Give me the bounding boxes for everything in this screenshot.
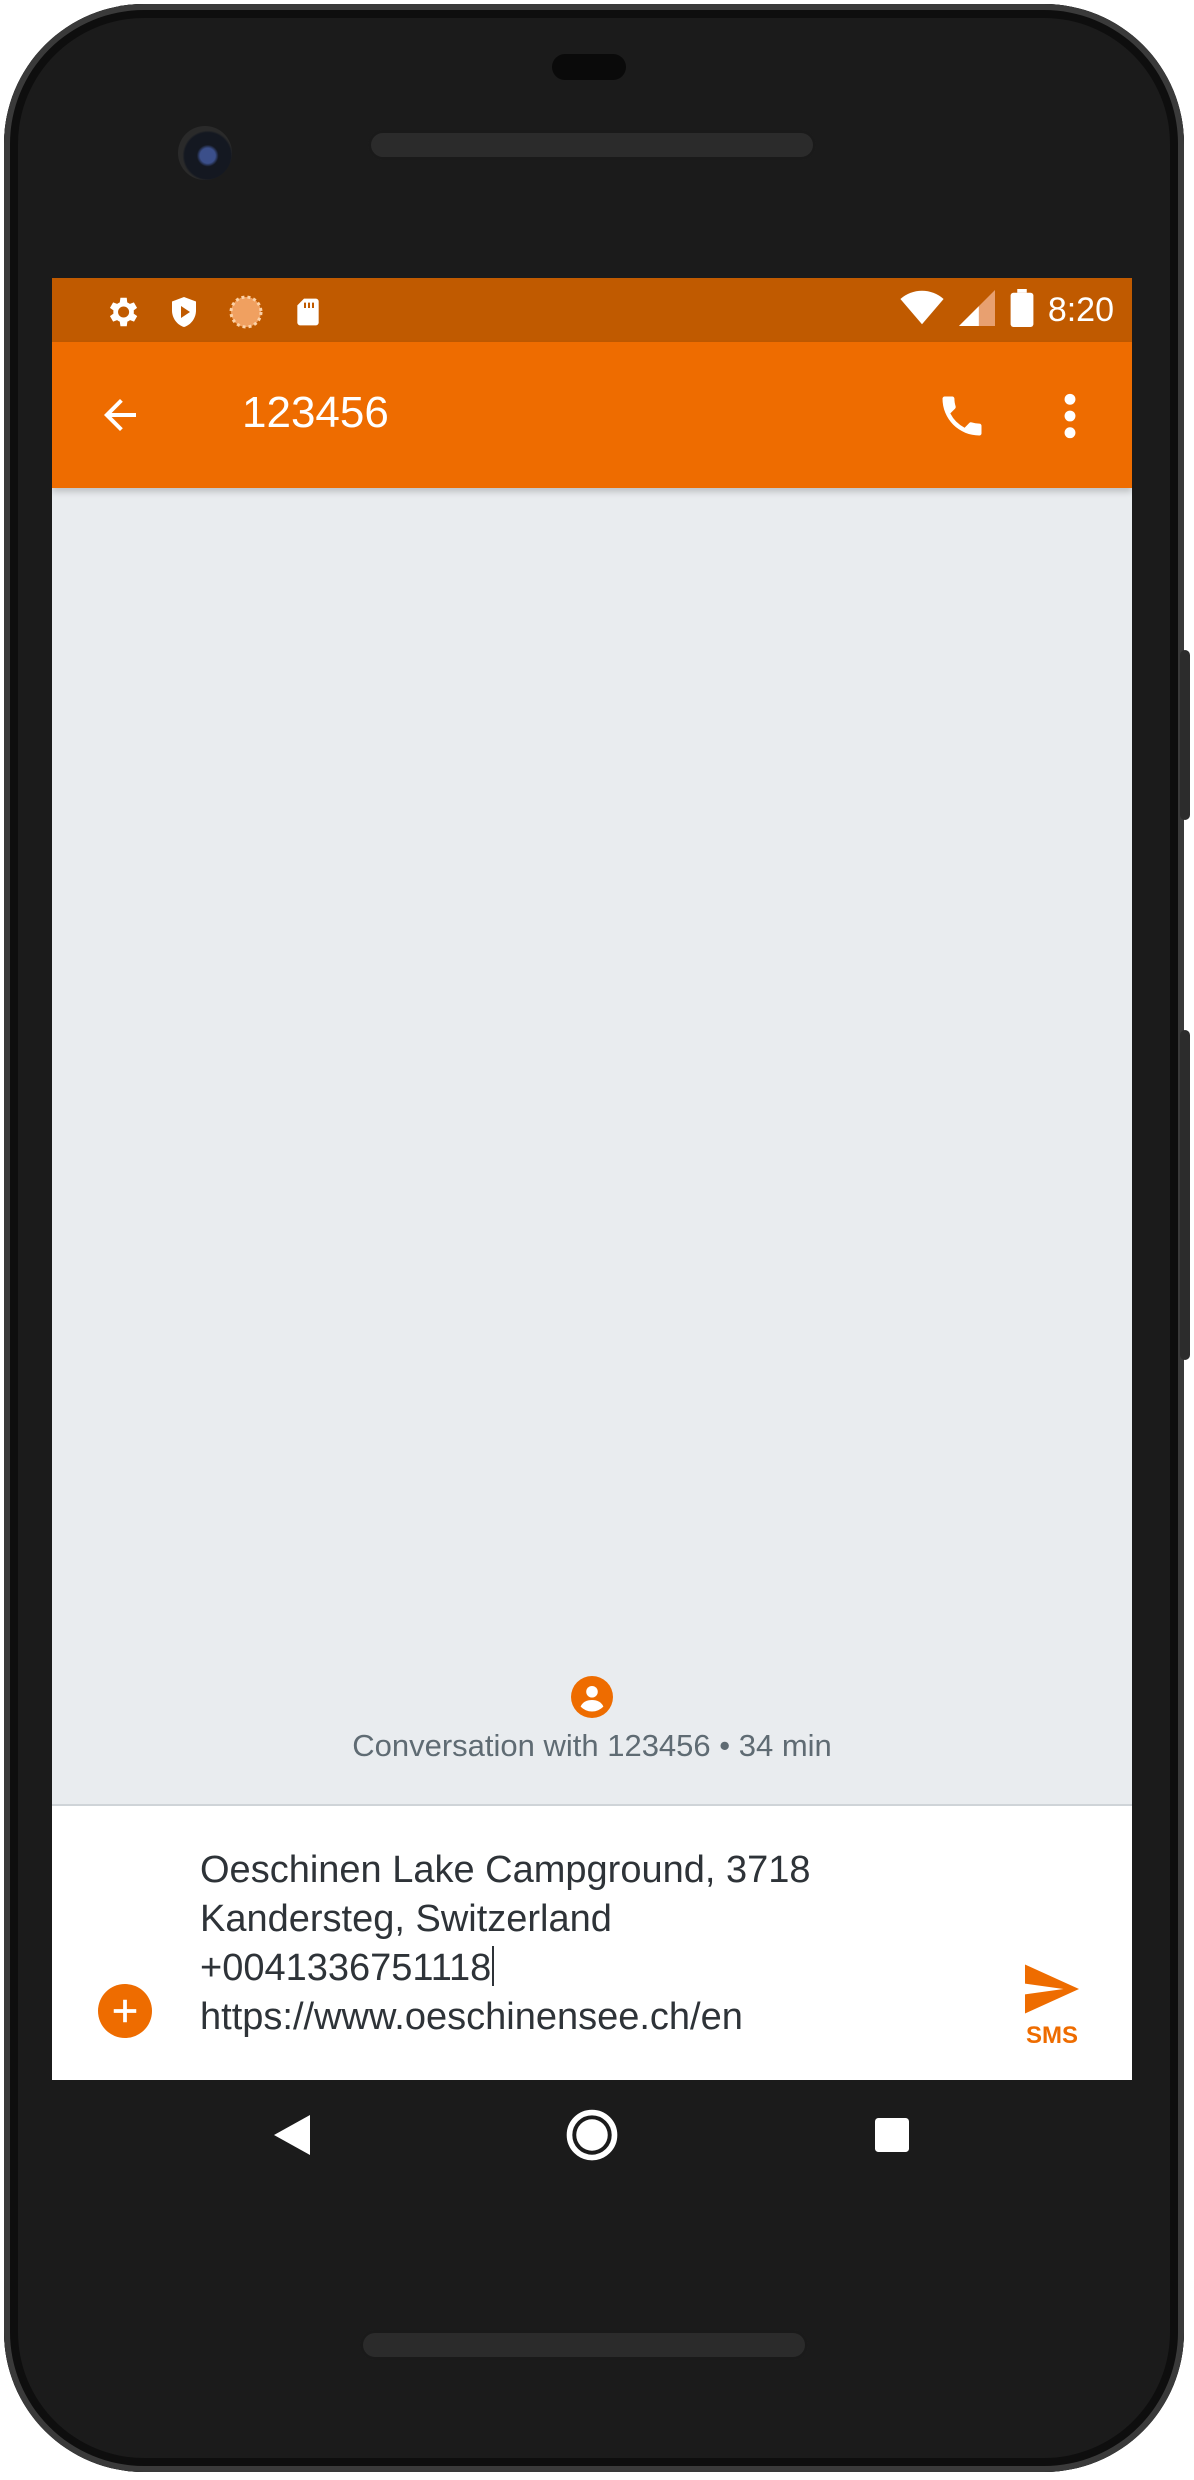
phone-icon: [942, 396, 982, 436]
volume-button: [1180, 1030, 1190, 1360]
nav-recents-button[interactable]: [862, 2105, 922, 2165]
bottom-speaker: [360, 2330, 808, 2360]
conversation-info: Conversation with 123456 • 34 min: [52, 1676, 1132, 1764]
message-input[interactable]: Oeschinen Lake Campground, 3718 Kanderst…: [200, 1846, 940, 2042]
battery-icon: [1010, 289, 1034, 331]
app-bar: 123456: [52, 342, 1132, 488]
send-icon: [1025, 1964, 1079, 2014]
send-button[interactable]: SMS: [1012, 1962, 1092, 2062]
cell-signal-icon: [958, 290, 996, 330]
avatar: [571, 1676, 613, 1718]
loading-circle-icon: [226, 292, 266, 332]
home-circle-icon: [566, 2109, 618, 2161]
more-options-button[interactable]: [1050, 386, 1090, 446]
message-line: Oeschinen Lake Campground, 3718: [200, 1849, 811, 1891]
gear-icon: [102, 292, 142, 332]
arrow-back-icon: [104, 399, 136, 431]
message-line: +0041336751118: [200, 1947, 492, 1989]
screen: 8:20 123456 Conversation with 123456 • 3…: [52, 278, 1132, 2080]
plus-icon: [113, 1999, 137, 2023]
more-vert-icon: [1064, 393, 1076, 439]
power-button: [1180, 650, 1190, 820]
earpiece-speaker: [368, 130, 816, 160]
conversation-title: 123456: [242, 388, 389, 437]
text-cursor: [492, 1946, 495, 1986]
attach-button[interactable]: [98, 1984, 152, 2038]
nav-back-button[interactable]: [262, 2105, 322, 2165]
message-line: https://www.oeschinensee.ch/en: [200, 1996, 743, 2038]
person-icon: [580, 1685, 604, 1712]
back-button[interactable]: [92, 387, 148, 443]
recents-square-icon: [875, 2118, 909, 2152]
message-line: Kandersteg, Switzerland: [200, 1898, 612, 1940]
send-label: SMS: [1025, 2022, 1078, 2049]
shield-play-icon: [164, 292, 204, 332]
status-bar: 8:20: [52, 278, 1132, 342]
nav-home-button[interactable]: [562, 2105, 622, 2165]
conversation-info-text: Conversation with 123456 • 34 min: [352, 1728, 832, 1763]
call-button[interactable]: [932, 386, 992, 446]
front-camera: [178, 126, 232, 180]
compose-bar: Oeschinen Lake Campground, 3718 Kanderst…: [52, 1804, 1132, 2080]
navigation-bar: [52, 2080, 1132, 2190]
nav-back-icon: [274, 2115, 310, 2155]
proximity-sensor: [552, 54, 626, 80]
wifi-icon: [900, 290, 944, 330]
sd-card-icon: [288, 292, 328, 332]
clock: 8:20: [1047, 290, 1114, 329]
